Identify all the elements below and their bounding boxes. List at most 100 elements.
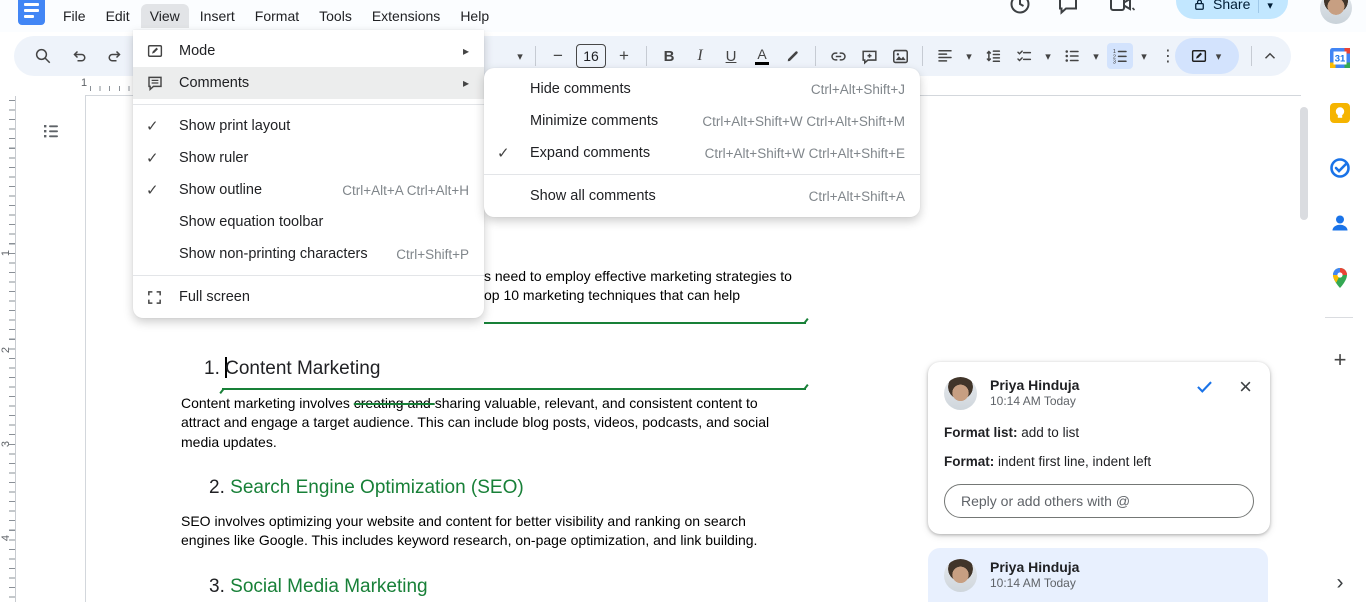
- heading-3: 3. Social Media Marketing: [209, 576, 428, 598]
- menu-item-minimize-comments[interactable]: Minimize comments Ctrl+Alt+Shift+W Ctrl+…: [484, 105, 920, 137]
- align-button[interactable]: [932, 43, 958, 69]
- comment-card-collapsed[interactable]: Priya Hinduja 10:14 AM Today: [928, 548, 1268, 602]
- redo-button[interactable]: [102, 43, 128, 69]
- font-size-input[interactable]: 16: [576, 44, 606, 68]
- intro-line: s need to employ effective marketing str…: [484, 268, 792, 284]
- add-comment-button[interactable]: [856, 43, 882, 69]
- document-scrollbar[interactable]: [1300, 107, 1308, 220]
- avatar: [944, 559, 977, 592]
- avatar: [944, 377, 977, 410]
- paragraph-line: attract and engage a target audience. Th…: [181, 414, 770, 431]
- google-contacts-icon[interactable]: [1327, 210, 1353, 236]
- vertical-ruler-number: 3: [0, 440, 12, 448]
- check-icon: ✓: [146, 150, 159, 167]
- google-docs-logo-icon[interactable]: [18, 0, 45, 25]
- insert-link-button[interactable]: [825, 43, 851, 69]
- menu-edit[interactable]: Edit: [97, 4, 139, 28]
- toolbar-divider: [646, 46, 647, 66]
- italic-button[interactable]: I: [687, 43, 713, 69]
- mode-icon: [146, 42, 170, 60]
- editing-mode-button[interactable]: ▾: [1175, 38, 1239, 74]
- fullscreen-icon: [146, 289, 170, 306]
- insert-image-button[interactable]: [887, 43, 913, 69]
- menu-view[interactable]: View: [140, 4, 189, 28]
- toolbar-divider: [535, 46, 536, 66]
- suggestion-underline: [222, 388, 806, 390]
- font-caret-icon[interactable]: ▾: [514, 50, 526, 63]
- heading-number: 2.: [209, 477, 225, 498]
- account-avatar[interactable]: [1320, 0, 1352, 24]
- decrease-font-size-button[interactable]: −: [545, 43, 571, 69]
- numbered-list-caret-icon[interactable]: ▾: [1138, 50, 1150, 63]
- show-outline-icon[interactable]: [40, 120, 64, 144]
- line-spacing-button[interactable]: [980, 43, 1006, 69]
- open-comments-icon[interactable]: [1056, 0, 1080, 16]
- get-add-ons-button[interactable]: +: [1327, 347, 1353, 373]
- underline-button[interactable]: U: [718, 43, 744, 69]
- expand-comment-chevron[interactable]: ›: [1328, 571, 1352, 595]
- menu-divider: [133, 275, 484, 276]
- check-icon: ✓: [146, 182, 159, 199]
- menu-item-mode[interactable]: Mode ▸: [133, 35, 484, 67]
- check-icon: ✓: [146, 118, 159, 135]
- google-maps-icon[interactable]: [1327, 265, 1353, 291]
- menu-shortcut: Ctrl+Shift+P: [396, 246, 469, 262]
- menu-item-show-print-layout[interactable]: ✓ Show print layout: [133, 110, 484, 142]
- google-keep-icon[interactable]: [1327, 100, 1353, 126]
- suggestion-underline: [484, 322, 806, 324]
- hide-menus-button[interactable]: [1257, 43, 1283, 69]
- menu-insert[interactable]: Insert: [191, 4, 244, 28]
- menu-extensions[interactable]: Extensions: [363, 4, 449, 28]
- intro-paragraph: s need to employ effective marketing str…: [484, 267, 792, 306]
- menu-item-show-all-comments[interactable]: Show all comments Ctrl+Alt+Shift+A: [484, 180, 920, 212]
- comment-card[interactable]: Priya Hinduja 10:14 AM Today × Format li…: [928, 362, 1270, 534]
- toolbar-divider: [922, 46, 923, 66]
- menu-item-hide-comments[interactable]: Hide comments Ctrl+Alt+Shift+J: [484, 73, 920, 105]
- menu-help[interactable]: Help: [451, 4, 498, 28]
- align-caret-icon[interactable]: ▾: [963, 50, 975, 63]
- share-button[interactable]: Share ▾: [1176, 0, 1288, 19]
- horizontal-ruler: [90, 86, 134, 91]
- numbered-list-button[interactable]: 123: [1107, 43, 1133, 69]
- comments-submenu: Hide comments Ctrl+Alt+Shift+J Minimize …: [484, 68, 920, 217]
- search-menus-button[interactable]: [30, 43, 56, 69]
- submenu-arrow-icon: ▸: [462, 76, 469, 90]
- menu-item-label: Show equation toolbar: [179, 214, 324, 230]
- menu-item-label: Show non-printing characters: [179, 246, 368, 262]
- menu-item-show-equation-toolbar[interactable]: Show equation toolbar: [133, 206, 484, 238]
- increase-font-size-button[interactable]: +: [611, 43, 637, 69]
- video-call-icon[interactable]: [1108, 0, 1136, 16]
- menu-item-full-screen[interactable]: Full screen: [133, 281, 484, 313]
- menu-item-show-ruler[interactable]: ✓ Show ruler: [133, 142, 484, 174]
- rail-divider: [1325, 317, 1353, 318]
- share-caret-icon[interactable]: ▾: [1259, 0, 1283, 19]
- heading-number: 1.: [204, 358, 220, 379]
- accept-suggestion-button[interactable]: [1194, 376, 1215, 397]
- menu-item-show-non-printing-characters[interactable]: Show non-printing characters Ctrl+Shift+…: [133, 238, 484, 270]
- google-calendar-icon[interactable]: 31: [1327, 45, 1353, 71]
- menu-file[interactable]: File: [54, 4, 95, 28]
- bulleted-list-caret-icon[interactable]: ▾: [1090, 50, 1102, 63]
- menu-item-label: Full screen: [179, 289, 250, 305]
- google-tasks-icon[interactable]: [1327, 155, 1353, 181]
- highlight-color-button[interactable]: [780, 43, 806, 69]
- version-history-icon[interactable]: [1008, 0, 1032, 16]
- menu-item-comments[interactable]: Comments ▸: [133, 67, 484, 99]
- undo-button[interactable]: [66, 43, 92, 69]
- menu-item-show-outline[interactable]: ✓ Show outline Ctrl+Alt+A Ctrl+Alt+H: [133, 174, 484, 206]
- bulleted-list-button[interactable]: [1059, 43, 1085, 69]
- reply-input[interactable]: [944, 484, 1254, 518]
- paragraph-seo: SEO involves optimizing your website and…: [181, 512, 757, 551]
- menu-shortcut: Ctrl+Alt+A Ctrl+Alt+H: [342, 182, 469, 198]
- reject-suggestion-button[interactable]: ×: [1239, 375, 1252, 397]
- paragraph-line: Content marketing involves creating and …: [181, 395, 758, 411]
- checklist-button[interactable]: [1011, 43, 1037, 69]
- checklist-caret-icon[interactable]: ▾: [1042, 50, 1054, 63]
- bold-button[interactable]: B: [656, 43, 682, 69]
- text-color-button[interactable]: A: [749, 43, 775, 69]
- menu-item-label: Hide comments: [530, 81, 631, 97]
- menu-format[interactable]: Format: [246, 4, 308, 28]
- menu-tools[interactable]: Tools: [310, 4, 361, 28]
- paragraph-line: media updates.: [181, 433, 277, 450]
- menu-item-expand-comments[interactable]: ✓ Expand comments Ctrl+Alt+Shift+W Ctrl+…: [484, 137, 920, 169]
